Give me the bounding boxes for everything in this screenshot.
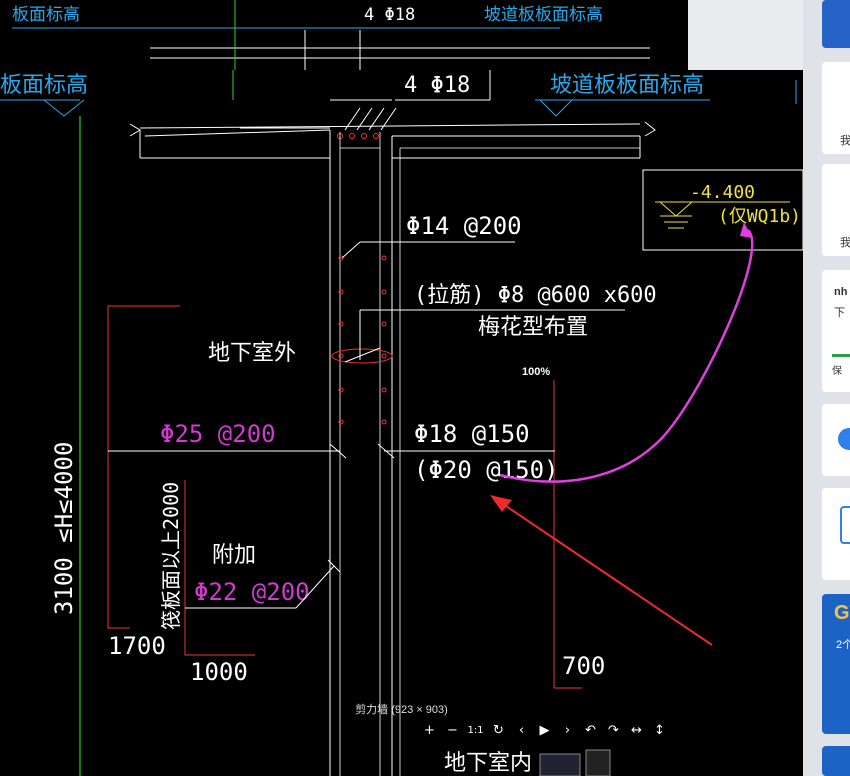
panel-text-3: nh	[834, 286, 848, 298]
top-right-label: 坡道板板面标高	[550, 73, 704, 98]
zoom-in-button[interactable]: +	[418, 722, 441, 740]
outer-vertical-bar-label: Φ25 @200	[160, 420, 276, 448]
horizontal-bar-label: Φ14 @200	[406, 212, 522, 240]
tie-bar-layout-label: 梅花型布置	[478, 315, 588, 340]
panel-avatar-icon	[838, 428, 850, 450]
rebar-dots	[331, 255, 393, 425]
play-button[interactable]: ▶	[533, 722, 556, 740]
cad-drawing: 板面标高 4 Φ18 坡道板板面标高 Φ14 @200 (拉筋) Φ8 @600…	[0, 70, 803, 776]
inside-label: 地下室内	[444, 751, 532, 776]
bg-slab-label: 坡道板板面标高	[484, 5, 603, 25]
panel-card-bottom[interactable]	[822, 746, 850, 776]
panel-card-1[interactable]: 我	[822, 62, 850, 154]
right-side-panel: 我 我 nh 下 保 GT 2个	[803, 0, 850, 776]
tie-bar-label: (拉筋) Φ8 @600 x600	[414, 283, 657, 308]
previous-button[interactable]: ‹	[510, 722, 533, 740]
flip-horizontal-button[interactable]: ↔	[625, 722, 648, 740]
dimension-1000: 1000	[190, 658, 248, 686]
next-button[interactable]: ›	[556, 722, 579, 740]
bg-bar-label: 4 Φ18	[364, 5, 415, 25]
annotation-arrow	[499, 501, 713, 646]
image-caption: 剪力墙 (923 × 903)	[355, 704, 448, 716]
flip-vertical-button[interactable]: ↕	[648, 722, 671, 740]
panel-promo-card[interactable]: GT 2个	[822, 594, 850, 734]
panel-progress	[832, 354, 850, 357]
annotation-curve	[499, 229, 754, 483]
additional-bar-label: Φ22 @200	[194, 578, 310, 606]
actual-size-button[interactable]: 1:1	[464, 722, 487, 740]
inner-vertical-bar-alt-label: (Φ20 @150)	[414, 456, 559, 484]
reset-button[interactable]: ↻	[487, 722, 510, 740]
panel-text-5: 保	[832, 366, 842, 377]
dimension-1700: 1700	[108, 632, 166, 660]
rotate-right-button[interactable]: ↷	[602, 722, 625, 740]
raft-label: 筏板面以上2000	[159, 482, 183, 630]
panel-card-4[interactable]	[822, 404, 850, 476]
panel-phone-icon	[840, 506, 850, 544]
elevation-note: (仅WQ1b)	[718, 206, 801, 227]
panel-card-2[interactable]: 我	[822, 164, 850, 256]
image-viewer[interactable]: 板面标高 4 Φ18 坡道板板面标高 Φ14 @200 (拉筋) Φ8 @600…	[0, 70, 803, 776]
panel-card-top[interactable]	[822, 0, 850, 48]
elevation-value: -4.400	[690, 182, 755, 203]
top-bar-label: 4 Φ18	[404, 73, 470, 98]
height-range-label: 3100 ≤H≤4000	[50, 442, 78, 615]
panel-text-2: 我	[840, 237, 850, 249]
outside-label: 地下室外	[208, 341, 296, 366]
panel-text-4: 下	[834, 307, 845, 319]
zoom-out-button[interactable]: −	[441, 722, 464, 740]
inner-vertical-bar-label: Φ18 @150	[414, 420, 530, 448]
panel-card-3[interactable]: nh 下 保	[822, 270, 850, 392]
viewer-toolbar: + − 1:1 ↻ ‹ ▶ › ↶ ↷ ↔ ↕	[418, 722, 671, 740]
dimension-700: 700	[562, 652, 605, 680]
panel-promo-title: GT	[834, 602, 850, 624]
panel-promo-sub: 2个	[836, 639, 850, 651]
bg-left-label: 板面标高	[12, 5, 80, 25]
panel-card-5[interactable]	[822, 488, 850, 580]
background-drawing-strip: 板面标高 4 Φ18 坡道板板面标高	[0, 0, 688, 70]
top-left-label: 板面标高	[0, 73, 88, 98]
panel-text-1: 我	[840, 135, 850, 147]
rotate-left-button[interactable]: ↶	[579, 722, 602, 740]
additional-label: 附加	[212, 543, 256, 568]
zoom-indicator: 100%	[522, 366, 551, 378]
